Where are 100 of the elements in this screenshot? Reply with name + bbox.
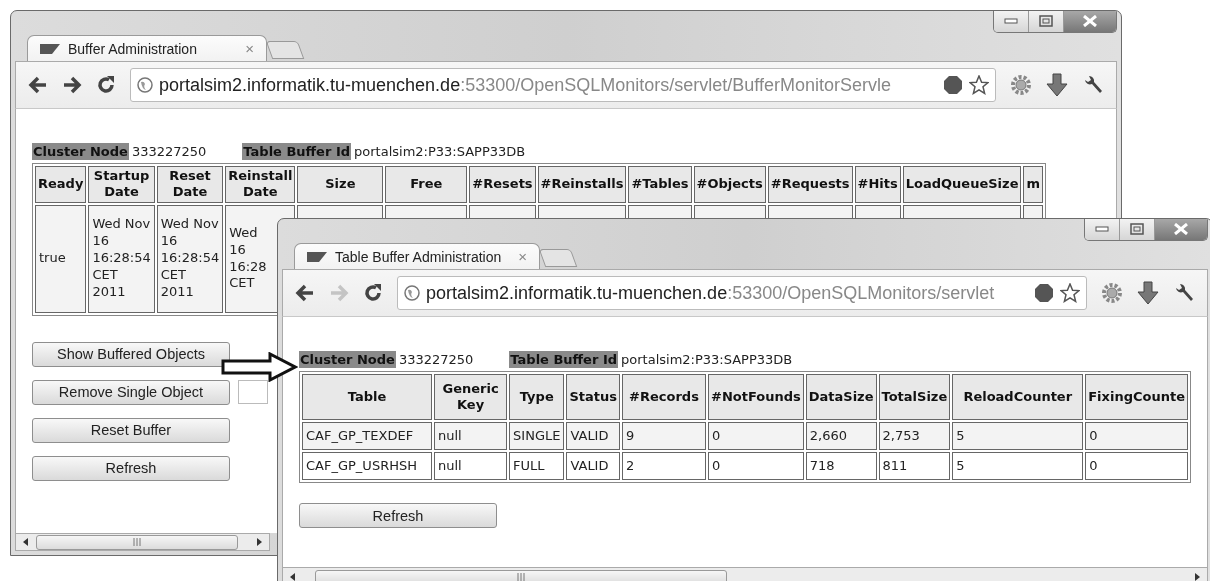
reload-icon[interactable] [363,283,383,303]
info-label: Cluster Node [32,143,129,160]
grip-icon [132,538,142,546]
close-icon [1173,223,1189,235]
new-tab-button[interactable] [265,41,305,59]
gear-icon[interactable] [1010,74,1032,96]
table-cell: 2 [626,457,635,473]
tab-title: Buffer Administration [68,40,198,57]
globe-icon [137,77,153,93]
scroll-left-icon[interactable] [22,537,30,547]
column-header: #NotFounds [708,374,804,420]
column-header: ReloadCounter [952,374,1084,420]
column-header: #Tables [628,166,692,203]
new-tab-button[interactable] [538,249,578,267]
action-button[interactable]: Reset Buffer [32,417,230,443]
column-header: Size [297,166,384,203]
column-header: #Records [622,374,706,420]
star-icon[interactable] [969,75,989,95]
back-icon[interactable] [295,284,315,302]
table-cell: 718 [809,457,835,473]
info-label: Table Buffer Id [509,351,619,368]
table-cell: 9 [626,427,635,443]
column-header: Generic Key [434,374,508,420]
browser-tab[interactable]: Buffer Administration × [27,35,267,61]
minimize-icon [1095,226,1109,232]
column-header: #Resets [469,166,536,203]
column-header: #Requests [767,166,853,203]
table-cell: 0 [712,457,721,473]
action-button[interactable]: Refresh [299,503,497,528]
table-cell-text: Wed 16 16:28 CET [229,224,268,293]
column-header: Status [566,374,620,420]
close-icon [1082,15,1098,27]
scroll-left-icon[interactable] [289,572,297,581]
close-button[interactable] [1154,219,1207,240]
table-cell: null [438,457,462,473]
table-cell: 5 [956,457,965,473]
close-tab-button[interactable]: × [245,40,254,57]
column-header: Type [509,374,565,420]
address-bar[interactable]: portalsim2.informatik.tu-muenchen.de:53300/OpenSQLMonitors/servlet [397,276,1087,310]
scrollbar-thumb[interactable] [315,569,727,581]
table-cell: 811 [882,457,908,473]
maximize-icon [1130,223,1144,235]
column-header: TotalSize [878,374,951,420]
wrench-icon[interactable] [1082,74,1104,96]
action-button[interactable]: Remove Single Object [32,379,230,405]
maximize-button[interactable] [1028,11,1063,32]
table-cell: 0 [712,427,721,443]
minimize-button[interactable] [994,11,1028,32]
table-cell: SINGLE [513,427,561,443]
reload-icon[interactable] [96,75,116,95]
info-label: Table Buffer Id [242,143,352,160]
scrollbar-thumb[interactable] [36,534,238,550]
browser-tab[interactable]: Table Buffer Administration × [294,243,540,269]
table-cell: VALID [570,457,609,473]
download-icon[interactable] [1046,73,1068,97]
column-header: m [1023,166,1043,203]
info-value: portalsim2:P33:SAPP33DB [621,352,793,367]
gear-icon[interactable] [1101,282,1123,304]
maximize-button[interactable] [1119,219,1154,240]
column-header: Table [302,374,432,420]
table-cell: VALID [570,427,609,443]
address-bar[interactable]: portalsim2.informatik.tu-muenchen.de:53300/OpenSQLMonitors/servlet/BufferMonitorServle [130,68,996,102]
column-header: #Hits [854,166,901,203]
star-icon[interactable] [1060,283,1080,303]
column-header: LoadQueueSize [902,166,1022,203]
column-header: Free [385,166,468,203]
column-header: FixingCounte [1085,374,1188,420]
stop-sign-icon[interactable] [1034,283,1054,303]
close-tab-button[interactable]: × [518,248,527,265]
table-cell: 2,660 [809,427,847,443]
table-cell: 2,753 [882,427,920,443]
logo-icon [40,43,60,54]
table-cell: Wed Nov 16 16:28:54 CET 2011 [92,216,151,299]
column-header: #Reinstalls [537,166,627,203]
globe-icon [404,285,420,301]
close-button[interactable] [1063,11,1116,32]
forward-icon[interactable] [62,76,82,94]
input-field[interactable] [238,380,268,404]
info-value: portalsim2:P33:SAPP33DB [354,144,526,159]
column-header: Ready [35,166,87,203]
scroll-right-icon[interactable] [255,537,263,547]
minimize-button[interactable] [1085,219,1119,240]
scrollbar[interactable] [15,533,270,551]
table-cell: FULL [513,457,545,473]
table-cell: Wed Nov 16 16:28:54 CET 2011 [160,216,220,299]
action-button[interactable]: Show Buffered Objects [32,341,230,367]
table-cell: 0 [1089,427,1098,443]
minimize-icon [1004,18,1018,24]
back-icon[interactable] [28,76,48,94]
scrollbar[interactable] [282,567,1208,581]
stop-sign-icon[interactable] [943,75,963,95]
info-value: 333227250 [131,144,207,159]
scroll-right-icon[interactable] [1193,572,1201,581]
action-button[interactable]: Refresh [32,455,230,481]
download-icon[interactable] [1137,281,1159,305]
wrench-icon[interactable] [1173,282,1195,304]
table-cell: CAF_GP_USRHSH [306,457,417,473]
logo-icon [307,251,327,262]
column-header: DataSize [805,374,877,420]
table-cell: true [39,250,66,266]
